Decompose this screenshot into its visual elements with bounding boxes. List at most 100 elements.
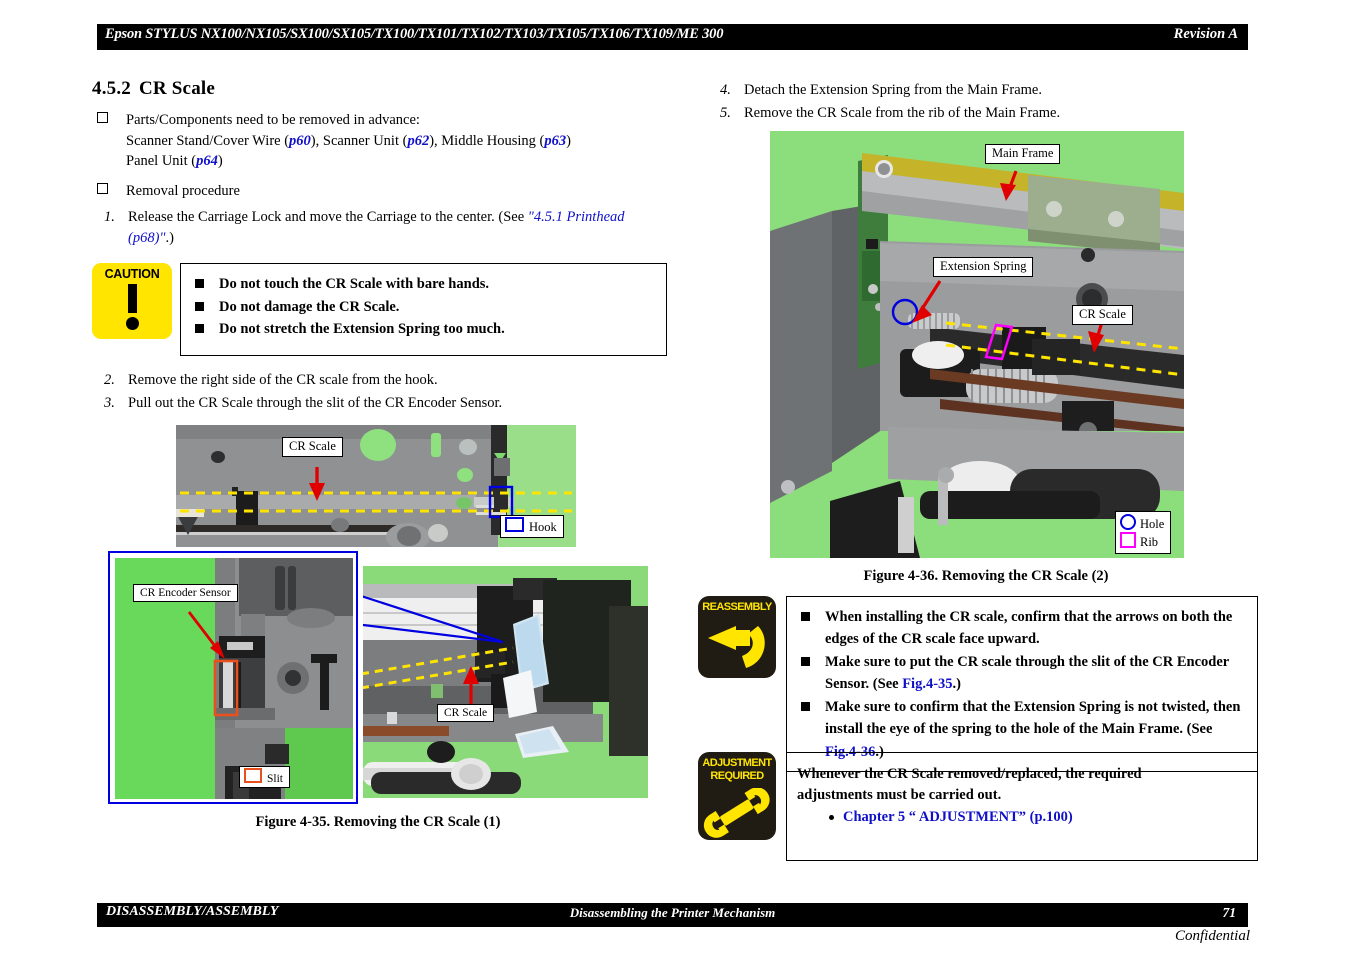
page-footer-bar: DISASSEMBLY/ASSEMBLY Disassembling the P… [97, 903, 1248, 927]
reassembly-body: When installing the CR scale, confirm th… [786, 596, 1258, 773]
adjustment-box: ADJUSTMENT REQUIRED Whenever the CR Scale… [698, 752, 1258, 861]
step-2: 2. Remove the right side of the CR scale… [92, 370, 667, 391]
step-1-number: 1. [104, 209, 115, 226]
prereq-line2-b: ) [217, 153, 223, 170]
rib-swatch-icon [1120, 532, 1136, 549]
caution-item-1: Do not touch the CR Scale with bare hand… [191, 273, 656, 295]
caution-item-1-text: Do not touch the CR Scale with bare hand… [219, 276, 490, 293]
step-3-text: Pull out the CR Scale through the slit o… [128, 395, 503, 412]
adjustment-body: Whenever the CR Scale removed/replaced, … [786, 752, 1258, 861]
callout-cr-encoder-sensor: CR Encoder Sensor [133, 584, 238, 603]
figure-4-36-photo: Main Frame Extension Spring CR Scale Hol… [770, 131, 1184, 558]
removal-procedure-heading: Removal procedure [92, 181, 667, 202]
step-1-tail: .) [165, 230, 174, 247]
caution-item-3-text: Do not stretch the Extension Spring too … [219, 321, 505, 338]
checkbox-square-icon [97, 112, 108, 123]
right-column: 4. Detach the Extension Spring from the … [708, 80, 1264, 126]
bullet-square-icon [195, 301, 204, 311]
confidential-label: Confidential [1175, 928, 1250, 944]
link-p60[interactable]: p60 [289, 133, 311, 149]
callout-cr-scale-bottom: CR Scale [437, 704, 495, 723]
legend-hole-row: Hole [1120, 514, 1164, 532]
adjustment-icon-line2: REQUIRED [710, 769, 764, 782]
reassembly-item-2-text-b: .) [952, 676, 962, 693]
figure-4-36-caption: Figure 4-36. Removing the CR Scale (2) [863, 568, 1109, 584]
link-p64[interactable]: p64 [196, 153, 218, 169]
link-p63[interactable]: p63 [544, 133, 566, 149]
legend-slit: Slit [239, 766, 290, 789]
legend-rib-row: Rib [1120, 532, 1164, 550]
bullet-square-icon [801, 656, 810, 666]
prereq-line1-d: ) [566, 132, 571, 149]
wrench-icon [703, 788, 770, 838]
callout-cr-scale-top: CR Scale [282, 437, 343, 457]
prereq-intro: Parts/Components need to be removed in a… [126, 112, 420, 128]
step-4-number: 4. [720, 82, 731, 98]
step-2-text: Remove the right side of the CR scale fr… [128, 372, 438, 389]
prerequisites-block: Parts/Components need to be removed in a… [92, 110, 667, 172]
caution-item-2-text: Do not damage the CR Scale. [219, 298, 400, 315]
prereq-line2-a: Panel Unit ( [126, 153, 197, 170]
step-5-text: Remove the CR Scale from the rib of the … [744, 105, 1061, 122]
step-3: 3. Pull out the CR Scale through the sli… [92, 393, 667, 414]
figure-4-35-bottom-right-photo: CR Scale [363, 566, 648, 798]
bullet-square-icon [195, 279, 204, 289]
bullet-dot-icon [829, 815, 834, 821]
caution-item-2: Do not damage the CR Scale. [191, 296, 656, 318]
link-chapter-5[interactable]: Chapter 5 “ ADJUSTMENT” (p.100) [843, 809, 1073, 825]
legend-hook-label: Hook [529, 520, 557, 534]
figure-4-35-caption: Figure 4-35. Removing the CR Scale (1) [255, 814, 501, 830]
reassembly-icon-label: REASSEMBLY [702, 601, 772, 613]
reassembly-item-1-text: When installing the CR scale, confirm th… [825, 609, 1233, 648]
step-1-text: Release the Carriage Lock and move the C… [128, 209, 528, 226]
legend-slit-label: Slit [267, 773, 283, 785]
bullet-square-icon [801, 701, 810, 711]
callout-cr-scale-main: CR Scale [1072, 305, 1133, 325]
exclamation-bar-icon [128, 284, 137, 314]
carriage-photo-graphic [363, 566, 648, 798]
prereq-line1-c: ), Middle Housing ( [429, 132, 545, 149]
caution-box: CAUTION Do not touch the CR Scale with b… [92, 263, 667, 357]
reassembly-item-2-text-a: Make sure to put the CR scale through th… [825, 653, 1229, 693]
footer-subsection-label: Disassembling the Printer Mechanism [569, 905, 776, 920]
link-fig-4-35[interactable]: Fig.4-35 [902, 676, 952, 692]
reassembly-item-2: Make sure to put the CR scale through th… [797, 651, 1247, 696]
legend-rib-label: Rib [1140, 535, 1159, 550]
caution-body: Do not touch the CR Scale with bare hand… [180, 263, 667, 357]
adjustment-link-row[interactable]: Chapter 5 “ ADJUSTMENT” (p.100) [829, 809, 1247, 826]
adjustment-line-1: Whenever the CR Scale removed/replaced, … [797, 766, 1142, 782]
removal-heading-text: Removal procedure [126, 182, 240, 199]
caution-icon: CAUTION [92, 263, 172, 340]
section-number: 4.5.2 [92, 78, 131, 99]
caution-icon-label: CAUTION [104, 267, 160, 282]
page-header-bar: Epson STYLUS NX100/NX105/SX100/SX105/TX1… [97, 24, 1248, 50]
legend-hole-rib: Hole Rib [1115, 511, 1172, 554]
prereq-line1-b: ), Scanner Unit ( [310, 132, 408, 149]
adjustment-icon: ADJUSTMENT REQUIRED [698, 752, 776, 840]
adjustment-line-2: adjustments must be carried out. [797, 787, 1002, 804]
main-frame-photo-graphic [770, 131, 1184, 558]
reassembly-item-3-text-a: Make sure to confirm that the Extension … [825, 698, 1241, 738]
left-column: 4.5.2 CR Scale Parts/Components need to b… [92, 78, 667, 416]
step-2-number: 2. [104, 372, 115, 389]
legend-hook: Hook [500, 515, 564, 538]
hole-swatch-icon [1120, 514, 1136, 530]
bullet-square-icon [801, 612, 810, 621]
link-p62[interactable]: p62 [407, 133, 429, 149]
step-1: 1. Release the Carriage Lock and move th… [92, 207, 667, 249]
adjustment-icon-line1: ADJUSTMENT [702, 757, 772, 769]
step-5-number: 5. [720, 105, 731, 122]
step-4-text: Detach the Extension Spring from the Mai… [744, 82, 1042, 98]
page-number: 71 [1222, 905, 1237, 920]
adjustment-icon-label: ADJUSTMENT REQUIRED [698, 757, 776, 782]
caution-item-3: Do not stretch the Extension Spring too … [191, 318, 656, 340]
figure-4-35-bottom-left-frame: CR Encoder Sensor Slit [108, 551, 358, 804]
hook-swatch-icon [505, 517, 524, 532]
step-4: 4. Detach the Extension Spring from the … [708, 80, 1264, 101]
figure-4-35-bottom-left-photo: CR Encoder Sensor Slit [115, 558, 353, 799]
step-5: 5. Remove the CR Scale from the rib of t… [708, 103, 1264, 124]
callout-main-frame: Main Frame [985, 144, 1061, 164]
step-3-number: 3. [104, 395, 115, 412]
header-title: Epson STYLUS NX100/NX105/SX100/SX105/TX1… [105, 26, 724, 42]
checkbox-square-icon [97, 182, 108, 194]
